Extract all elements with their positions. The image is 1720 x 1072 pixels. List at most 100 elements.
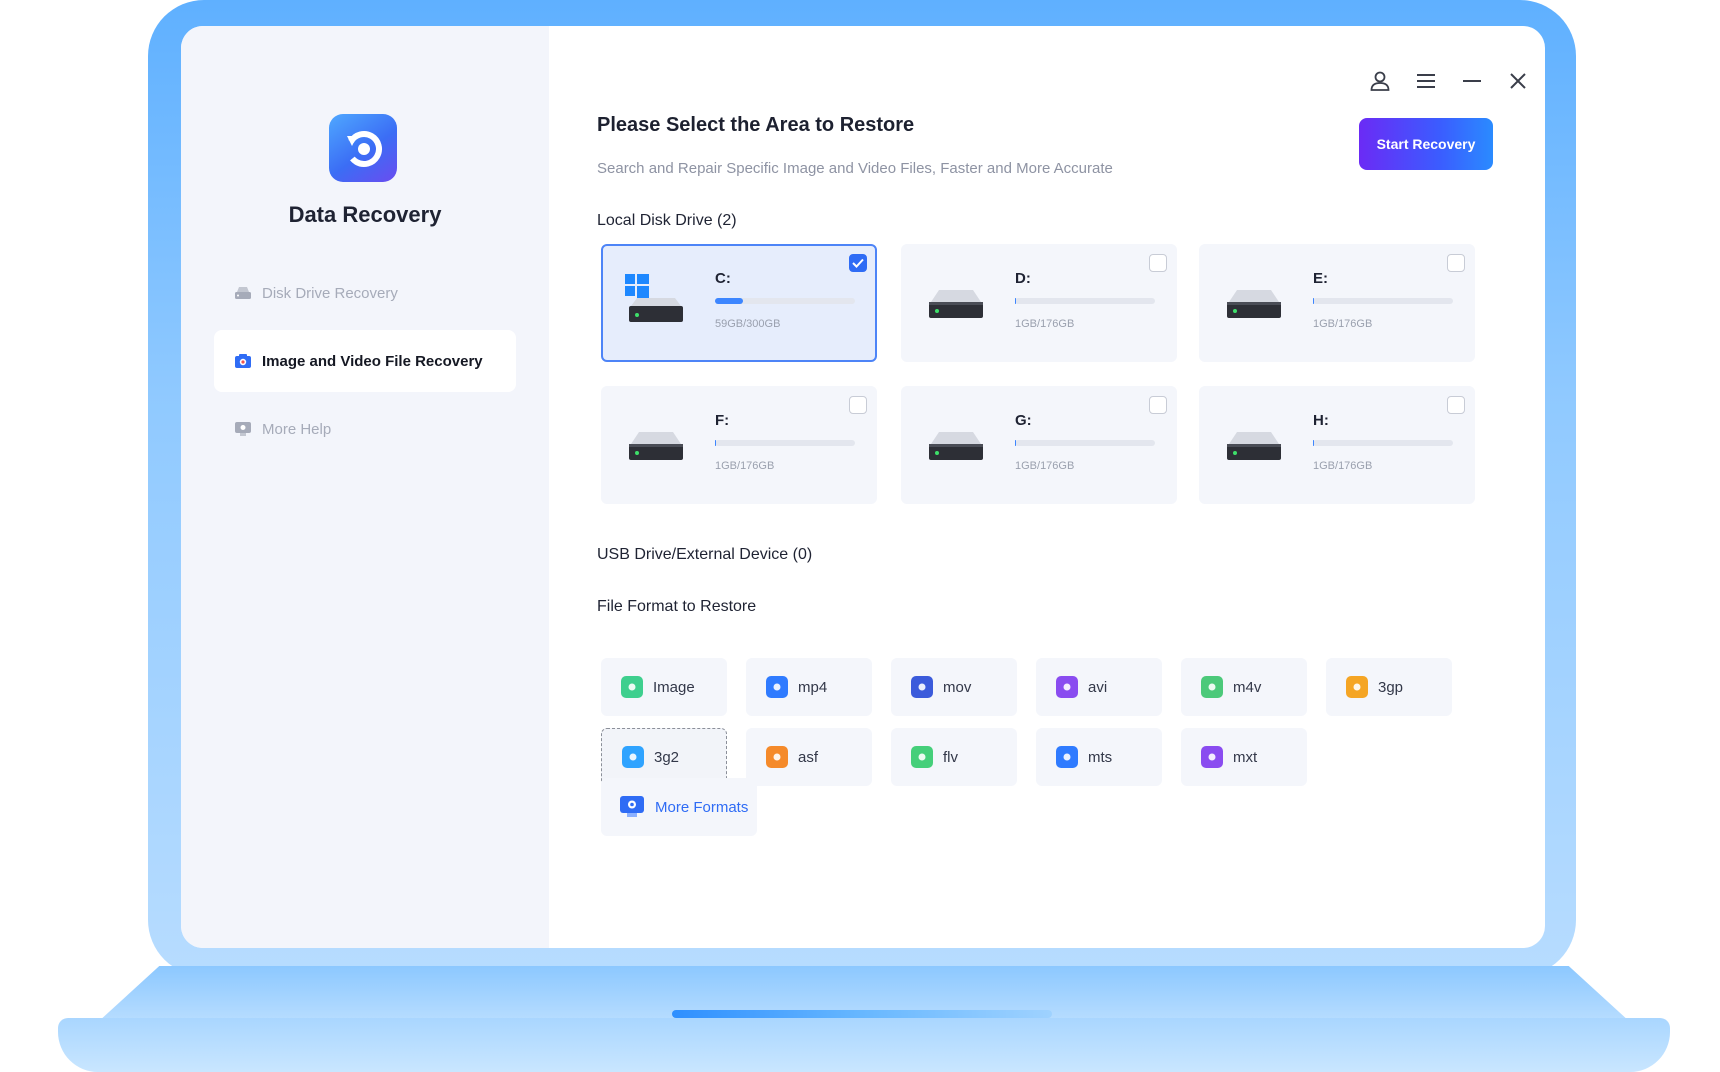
- drive-usage-fill: [1015, 298, 1017, 304]
- format-tile-mov[interactable]: mov: [891, 658, 1017, 716]
- drive-usage-bar: [1015, 298, 1155, 304]
- drive-letter: D:: [1015, 270, 1031, 287]
- format-label: asf: [798, 748, 819, 766]
- drive-usage-bar: [1015, 440, 1155, 446]
- hard-drive-icon: [1223, 280, 1285, 324]
- hard-drive-icon: [925, 422, 987, 466]
- format-avi-icon: [1056, 676, 1078, 698]
- format-label: flv: [943, 748, 958, 766]
- hard-drive-icon: [234, 284, 252, 302]
- sidebar-item-image-video-recovery[interactable]: Image and Video File Recovery: [214, 330, 516, 392]
- format-image-icon: [621, 676, 643, 698]
- format-tile-mxt[interactable]: mxt: [1181, 728, 1307, 786]
- drive-usage-fill: [1313, 298, 1315, 304]
- drive-usage-fill: [715, 298, 743, 304]
- app-window: Data Recovery Disk Drive Recovery Image …: [181, 26, 1545, 948]
- help-icon: [234, 420, 252, 438]
- window-controls: [1367, 68, 1531, 94]
- app-name: Data Recovery: [288, 202, 442, 227]
- drive-card[interactable]: D: 1GB/176GB: [901, 244, 1177, 362]
- format-asf-icon: [766, 746, 788, 768]
- drive-size: 59GB/300GB: [715, 318, 781, 330]
- drive-card[interactable]: F: 1GB/176GB: [601, 386, 877, 504]
- drive-usage-bar: [1313, 298, 1453, 304]
- format-mts-icon: [1056, 746, 1078, 768]
- format-tile-mts[interactable]: mts: [1036, 728, 1162, 786]
- format-tile-asf[interactable]: asf: [746, 728, 872, 786]
- sidebar: Data Recovery Disk Drive Recovery Image …: [181, 26, 549, 948]
- format-mp4-icon: [766, 676, 788, 698]
- drive-letter: E:: [1313, 270, 1328, 287]
- format-3g2-icon: [622, 746, 644, 768]
- drive-card[interactable]: G: 1GB/176GB: [901, 386, 1177, 504]
- file-format-section-label: File Format to Restore: [597, 598, 757, 615]
- account-icon[interactable]: [1367, 68, 1393, 94]
- sidebar-item-disk-drive-recovery[interactable]: Disk Drive Recovery: [214, 262, 516, 324]
- laptop-base: [58, 966, 1670, 1072]
- drive-size: 1GB/176GB: [1015, 460, 1075, 472]
- format-label: avi: [1088, 678, 1108, 696]
- page-title: Please Select the Area to Restore: [597, 114, 915, 136]
- drive-usage-bar: [715, 440, 855, 446]
- drive-usage-fill: [715, 440, 717, 446]
- format-label: mxt: [1233, 748, 1258, 766]
- more-formats-label: More Formats: [655, 798, 749, 816]
- sidebar-item-more-help[interactable]: More Help: [214, 398, 516, 460]
- drive-checkbox[interactable]: [1447, 254, 1465, 272]
- more-formats-icon: [619, 795, 645, 819]
- format-tile-image[interactable]: Image: [601, 658, 727, 716]
- format-tile-m4v[interactable]: m4v: [1181, 658, 1307, 716]
- drive-size: 1GB/176GB: [1015, 318, 1075, 330]
- format-label: mov: [943, 678, 972, 696]
- sidebar-item-label: Disk Drive Recovery: [262, 284, 398, 302]
- drive-checkbox[interactable]: [1447, 396, 1465, 414]
- page-subtitle: Search and Repair Specific Image and Vid…: [597, 160, 1113, 177]
- format-mov-icon: [911, 676, 933, 698]
- sidebar-item-label: Image and Video File Recovery: [262, 352, 483, 370]
- format-tile-flv[interactable]: flv: [891, 728, 1017, 786]
- hard-drive-icon: [1223, 422, 1285, 466]
- format-tile-mp4[interactable]: mp4: [746, 658, 872, 716]
- laptop-notch: [672, 1010, 1052, 1018]
- drive-checkbox[interactable]: [1149, 254, 1167, 272]
- drive-size: 1GB/176GB: [715, 460, 775, 472]
- drive-card[interactable]: E: 1GB/176GB: [1199, 244, 1475, 362]
- format-3gp-icon: [1346, 676, 1368, 698]
- drive-letter: F:: [715, 412, 730, 429]
- main-panel: Please Select the Area to Restore Search…: [549, 26, 1545, 948]
- format-label: mts: [1088, 748, 1113, 766]
- format-tile-avi[interactable]: avi: [1036, 658, 1162, 716]
- format-label: mp4: [798, 678, 828, 696]
- drive-checkbox[interactable]: [849, 396, 867, 414]
- usb-section-label: USB Drive/External Device (0): [597, 546, 813, 563]
- menu-icon[interactable]: [1413, 68, 1439, 94]
- drive-card[interactable]: H: 1GB/176GB: [1199, 386, 1475, 504]
- format-tile-3gp[interactable]: 3gp: [1326, 658, 1452, 716]
- format-label: 3gp: [1378, 678, 1404, 696]
- drive-usage-bar: [715, 298, 855, 304]
- drive-size: 1GB/176GB: [1313, 318, 1373, 330]
- drive-letter: H:: [1313, 412, 1329, 429]
- laptop-base-bottom: [58, 1018, 1670, 1072]
- sidebar-item-label: More Help: [262, 420, 332, 438]
- hard-drive-icon: [625, 272, 687, 322]
- drive-letter: C:: [715, 270, 731, 287]
- hard-drive-icon: [925, 280, 987, 324]
- format-mxt-icon: [1201, 746, 1223, 768]
- drive-checkbox[interactable]: [849, 254, 867, 272]
- drive-size: 1GB/176GB: [1313, 460, 1373, 472]
- format-label: Image: [653, 678, 695, 696]
- format-label: 3g2: [654, 748, 680, 766]
- format-m4v-icon: [1201, 676, 1223, 698]
- drive-card[interactable]: C: 59GB/300GB: [601, 244, 877, 362]
- format-label: m4v: [1233, 678, 1262, 696]
- drive-usage-bar: [1313, 440, 1453, 446]
- drive-letter: G:: [1015, 412, 1032, 429]
- close-icon[interactable]: [1505, 68, 1531, 94]
- drive-checkbox[interactable]: [1149, 396, 1167, 414]
- drive-usage-fill: [1313, 440, 1315, 446]
- start-recovery-button[interactable]: Start Recovery: [1359, 118, 1493, 170]
- minimize-icon[interactable]: [1459, 68, 1485, 94]
- more-formats-button[interactable]: More Formats: [601, 778, 757, 836]
- format-flv-icon: [911, 746, 933, 768]
